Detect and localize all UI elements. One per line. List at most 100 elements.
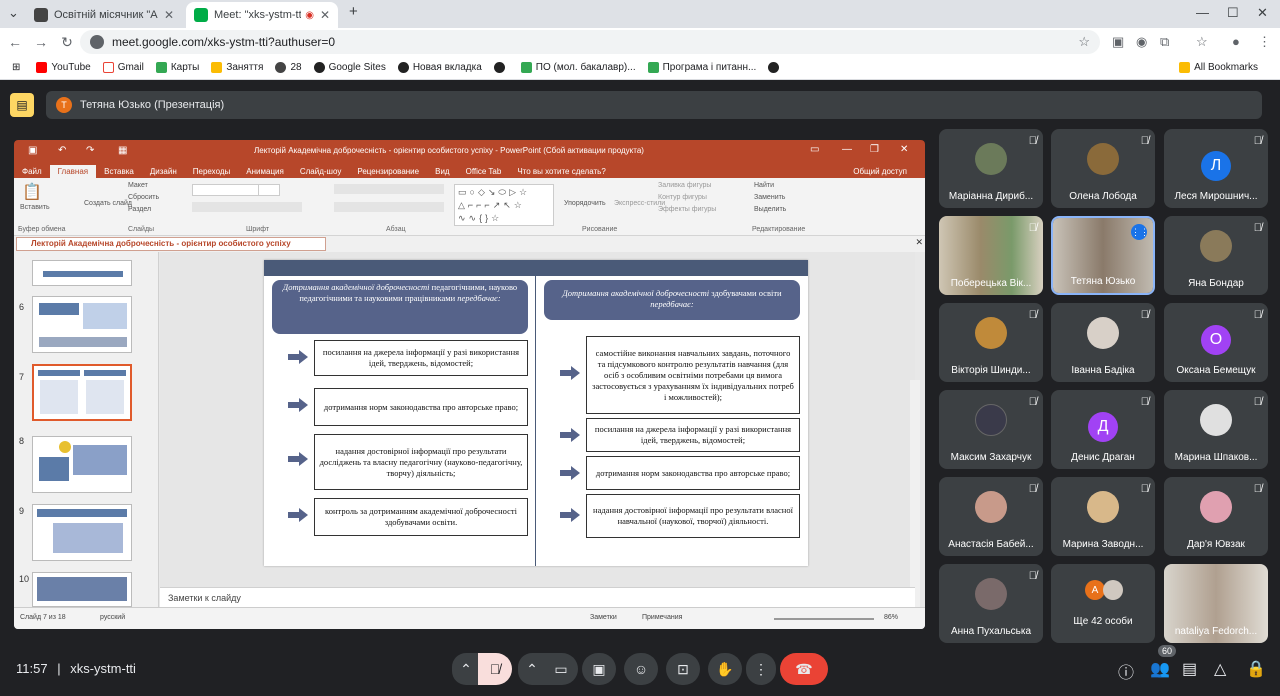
info-icon[interactable]: ⓘ xyxy=(1118,659,1134,683)
participant-tile[interactable]: 🎙̸ Марина Шпаков... xyxy=(1164,390,1268,469)
participant-tile[interactable]: 🎙̸ Яна Бондар xyxy=(1164,216,1268,295)
bookmark-28[interactable]: 28 xyxy=(275,62,302,73)
participant-tile[interactable]: Д 🎙̸ Денис Драган xyxy=(1051,390,1155,469)
extension-icon[interactable]: ▣ xyxy=(1112,34,1124,50)
menu-icon[interactable]: ⋮ xyxy=(1258,34,1271,50)
mic-off-button[interactable]: 🎙̸ xyxy=(478,653,512,685)
close-window-icon[interactable]: ✕ xyxy=(1257,5,1268,21)
host-controls-icon[interactable]: 🔒 xyxy=(1246,659,1266,679)
meeting-code: xks-ystm-tti xyxy=(70,661,136,676)
participant-tile[interactable]: О 🎙̸ Оксана Бемещук xyxy=(1164,303,1268,382)
participant-name: Тетяна Юзько xyxy=(1070,276,1136,287)
video-options-chevron-icon[interactable]: ⌃ xyxy=(518,653,546,685)
bookmark-program[interactable]: Програма і питанн... xyxy=(647,62,756,73)
ribbon-tab-animation: Анимация xyxy=(246,167,284,176)
all-bookmarks[interactable]: All Bookmarks xyxy=(1179,62,1258,73)
participant-avatar xyxy=(1103,580,1123,600)
reset-label: Сбросить xyxy=(128,194,160,201)
emoji-button[interactable]: ☺ xyxy=(624,653,658,685)
participant-tile-speaking[interactable]: ⋮⋮ Тетяна Юзько xyxy=(1051,216,1155,295)
thumb-number: 7 xyxy=(19,372,25,382)
apps-icon[interactable]: ⊞ xyxy=(12,62,20,73)
participant-tile[interactable]: 🎙̸ Анастасія Бабей... xyxy=(939,477,1043,556)
right-item-2: посилання на джерела інформації у разі в… xyxy=(586,418,800,452)
bookmark-po-bachelor[interactable]: ПО (мол. бакалавр)... xyxy=(520,62,636,73)
participant-tile[interactable]: 🎙̸ Олена Лобода xyxy=(1051,129,1155,208)
ppt-close-icon: ✕ xyxy=(900,144,909,155)
extensions-puzzle-icon[interactable]: ⧉ xyxy=(1160,34,1169,50)
minimize-icon[interactable]: — xyxy=(1196,5,1209,20)
arrange-label: Упорядочить xyxy=(564,200,606,207)
present-button[interactable]: ⊡ xyxy=(666,653,700,685)
extension-icon[interactable]: ◉ xyxy=(1136,34,1147,50)
raise-hand-button[interactable]: ✋ xyxy=(708,653,742,685)
bookmark-globe-2[interactable] xyxy=(768,62,783,73)
back-icon[interactable]: ← xyxy=(2,34,28,50)
doc-close-icon: ✕ xyxy=(915,237,923,247)
forward-icon[interactable]: → xyxy=(28,34,54,50)
participant-avatar: Л xyxy=(1201,151,1231,181)
audio-options-chevron-icon[interactable]: ⌃ xyxy=(452,653,480,685)
ribbon-tab-review: Рецензирование xyxy=(357,167,420,176)
arrow-icon xyxy=(560,428,580,442)
bookmark-globe[interactable] xyxy=(493,62,509,73)
site-info-icon[interactable] xyxy=(90,35,104,49)
participant-name: Марина Шпаков... xyxy=(1174,452,1258,463)
participant-tile[interactable]: 🎙̸ Дар'я Ювзак xyxy=(1164,477,1268,556)
camera-button[interactable]: ▭ xyxy=(544,653,578,685)
people-icon[interactable]: 👥 xyxy=(1150,659,1170,679)
new-tab-button[interactable]: + xyxy=(349,3,358,20)
reading-list-icon[interactable]: ☆ xyxy=(1196,34,1208,50)
participant-tile[interactable]: 🎙̸ Анна Пухальська xyxy=(939,564,1043,643)
maximize-icon[interactable]: ☐ xyxy=(1227,5,1239,21)
bookmark-google-sites[interactable]: Google Sites xyxy=(313,62,386,73)
more-options-button[interactable]: ⋮ xyxy=(746,653,776,685)
participant-tile[interactable]: 🎙̸ Максим Захарчук xyxy=(939,390,1043,469)
bookmark-gmail[interactable]: Gmail xyxy=(102,62,144,73)
activities-icon[interactable]: △ xyxy=(1214,659,1226,679)
drive-icon xyxy=(520,62,532,73)
tab-meet[interactable]: Meet: "xks-ystm-tti" ◉ ✕ xyxy=(186,2,338,28)
thumb-number: 9 xyxy=(19,506,25,516)
bookmark-classes[interactable]: Заняття xyxy=(211,62,263,73)
participant-tile[interactable]: 🎙̸ Поберецька Вік... xyxy=(939,216,1043,295)
ppt-ribbon: 📋 Вставить Создать слайд Макет Сбросить … xyxy=(14,178,925,236)
bookmark-youtube[interactable]: YouTube xyxy=(36,62,91,73)
tab-academic-month[interactable]: Освітній місячник "Академічн ✕ xyxy=(26,2,182,28)
participant-tile[interactable]: 🎙̸ Маріанна Дириб... xyxy=(939,129,1043,208)
right-item-3: дотримання норм законодавства про авторс… xyxy=(586,456,800,490)
close-tab-icon[interactable]: ✕ xyxy=(320,8,330,22)
slide-top-bar xyxy=(264,260,808,276)
mic-off-icon: 🎙̸ xyxy=(1140,135,1149,147)
leave-call-button[interactable]: ☎ xyxy=(780,653,828,685)
ribbon-tab-insert: Вставка xyxy=(104,167,134,176)
arrow-icon xyxy=(288,350,308,364)
participant-tile[interactable]: 🎙̸ Вікторія Шинди... xyxy=(939,303,1043,382)
mic-off-icon: 🎙̸ xyxy=(1028,396,1037,408)
zoom-slider xyxy=(774,618,874,620)
mic-off-icon: 🎙̸ xyxy=(1253,309,1262,321)
participant-tile[interactable]: 🎙̸ Марина Заводн... xyxy=(1051,477,1155,556)
captions-button[interactable]: ▣ xyxy=(582,653,616,685)
slide-divider xyxy=(535,276,536,566)
participant-tile[interactable]: 🎙̸ Іванна Бадіка xyxy=(1051,303,1155,382)
bookmark-star-icon[interactable]: ☆ xyxy=(1078,34,1090,50)
reload-icon[interactable]: ↻ xyxy=(54,34,80,51)
chat-icon[interactable]: ▤ xyxy=(1182,659,1197,679)
participant-tile[interactable]: Л 🎙̸ Леся Мирошнич... xyxy=(1164,129,1268,208)
ppt-minimize-icon: — xyxy=(842,144,852,155)
bookmark-new-tab[interactable]: Новая вкладка xyxy=(397,62,482,73)
url-input[interactable]: meet.google.com/xks-ystm-tti?authuser=0 … xyxy=(80,30,1100,54)
status-language: русский xyxy=(100,614,126,621)
left-item-4: контроль за дотриманням академічної добр… xyxy=(314,498,528,536)
tab-search-icon[interactable]: ⌄ xyxy=(8,5,19,21)
more-participants-tile[interactable]: А Ще 42 особи xyxy=(1051,564,1155,643)
bookmark-maps[interactable]: Карты xyxy=(155,62,199,73)
mic-off-icon: 🎙̸ xyxy=(1028,135,1037,147)
participant-avatar: А xyxy=(1085,580,1105,600)
meet-main: ▤ Т Тетяна Юзько (Презентація) ▣ ↶ ↷ ▦ Л… xyxy=(0,81,1280,696)
participant-tile[interactable]: nataliya Fedorch... xyxy=(1164,564,1268,643)
meeting-clock: 11:57 | xks-ystm-tti xyxy=(16,661,136,676)
profile-avatar[interactable]: ● xyxy=(1232,34,1240,49)
close-tab-icon[interactable]: ✕ xyxy=(164,8,174,22)
